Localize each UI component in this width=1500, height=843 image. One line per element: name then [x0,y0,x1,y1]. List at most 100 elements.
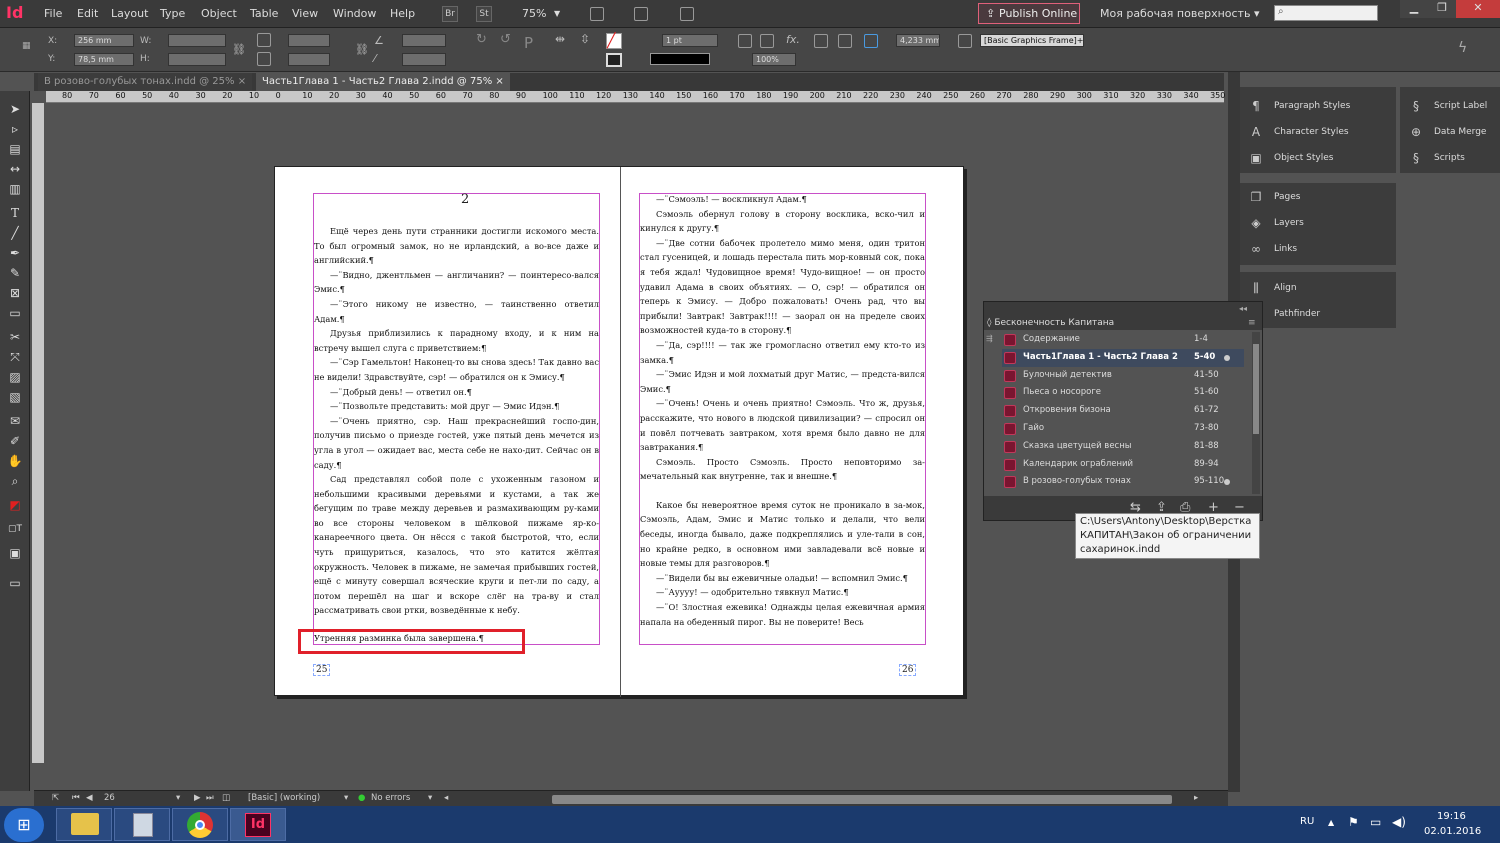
free-transform-tool-icon[interactable]: ⤧ [6,349,24,365]
paragraph-styles-tab[interactable]: ¶ Paragraph Styles [1248,96,1350,116]
page-tool-icon[interactable]: ▤ [6,141,24,157]
book-document-row[interactable]: Календарик ограблений 89-94 [1002,456,1244,474]
height-field[interactable] [168,53,226,66]
fill-swatch[interactable]: ╱ [606,33,622,49]
book-document-row[interactable]: В розово-голубых тонах 95-110 [1002,473,1244,491]
publish-online-button[interactable]: ⇪ Publish Online [978,3,1080,24]
stroke-swatch[interactable] [606,53,622,67]
rotation-field[interactable] [402,34,446,47]
calculator-taskbar-icon[interactable] [114,808,170,841]
pencil-tool-icon[interactable]: ✎ [6,265,24,281]
opacity-field[interactable]: 100% [752,53,796,66]
rotate-cw-icon[interactable]: ↻ [476,32,487,47]
scale-x-field[interactable] [288,34,330,47]
indesign-taskbar-icon[interactable]: Id [230,808,286,841]
menu-help[interactable]: Help [390,7,415,20]
links-tab[interactable]: ∞ Links [1248,239,1297,259]
formatting-affects-icon[interactable]: ▢T [6,521,24,537]
data-merge-tab[interactable]: ⊕ Data Merge [1408,122,1486,142]
lightning-icon[interactable]: ϟ [1458,40,1467,56]
tray-arrow-icon[interactable]: ▲ [1328,818,1334,827]
clock-date[interactable]: 02.01.2016 [1424,826,1481,837]
direct-selection-tool-icon[interactable]: ▹ [6,121,24,137]
pen-tool-icon[interactable]: ✒ [6,245,24,261]
preflight-profile[interactable]: [Basic] (working) [248,793,320,803]
y-position-field[interactable]: 78,5 mm [74,53,134,66]
layers-tab[interactable]: ◈ Layers [1248,213,1303,233]
language-indicator[interactable]: RU [1300,816,1314,827]
menu-table[interactable]: Table [250,7,278,20]
rectangle-tool-icon[interactable]: ▭ [6,305,24,321]
dimension-field[interactable]: 4,233 mm [896,34,940,47]
constrain-proportions-icon[interactable]: ⛓ [232,43,246,56]
chevron-down-icon[interactable]: ▾ [344,793,348,803]
content-collector-icon[interactable]: ▥ [6,181,24,197]
gap-tool-icon[interactable]: ↔ [6,161,24,177]
page-number-field[interactable]: 26 [104,793,184,803]
export-icon[interactable]: ⇱ [52,793,59,803]
fit-content-icon[interactable] [760,34,774,48]
rectangle-frame-tool-icon[interactable]: ⊠ [6,285,24,301]
close-button[interactable]: ✕ [1456,0,1500,18]
object-style-select[interactable]: [Basic Graphics Frame]+ [980,34,1084,47]
tab-rozovo-golubyh[interactable]: В розово-голубых тонах.indd @ 25% × [38,73,253,91]
object-styles-tab[interactable]: ▣ Object Styles [1248,148,1333,168]
frame-fitting-icon[interactable] [738,34,752,48]
character-styles-tab[interactable]: A Character Styles [1248,122,1349,142]
book-document-row[interactable]: Содержание 1-4 [1002,331,1244,349]
line-tool-icon[interactable]: ╱ [6,225,24,241]
stroke-type-select[interactable] [650,53,710,65]
stock-button[interactable]: St [476,6,492,22]
fill-stroke-icon[interactable]: ◩ [6,497,24,513]
book-document-row[interactable]: Гайо 73-80 [1002,420,1244,438]
book-scrollbar[interactable] [1252,332,1260,494]
volume-icon[interactable]: ◀) [1392,815,1406,829]
shear-field[interactable] [402,53,446,66]
network-icon[interactable]: ▭ [1370,815,1381,829]
fx-effects-icon[interactable]: fx. [786,33,800,46]
tab-chast1glava1[interactable]: Часть1Глава 1 - Часть2 Глава 2.indd @ 75… [256,73,510,91]
scissors-tool-icon[interactable]: ✂ [6,329,24,345]
zoom-level-select[interactable]: 75% [522,7,546,20]
chevron-down-icon[interactable]: ▾ [176,793,180,803]
explorer-taskbar-icon[interactable] [56,808,112,841]
book-document-row[interactable]: Булочный детектив 41-50 [1002,367,1244,385]
previous-page-icon[interactable]: ◀ [86,793,93,803]
book-panel-header[interactable]: ◊ Бесконечность Капитана ◂◂ ≡ [984,302,1262,330]
text-wrap-icon[interactable] [814,34,828,48]
zoom-tool-icon[interactable]: ⌕ [6,473,24,489]
rotate-ccw-icon[interactable]: ↺ [500,32,511,47]
note-tool-icon[interactable]: ✉ [6,413,24,429]
flip-vertical-icon[interactable]: ⇳ [580,32,590,46]
menu-type[interactable]: Type [160,7,185,20]
start-button[interactable]: ⊞ [4,808,44,842]
minimize-button[interactable]: ▁ [1400,0,1428,18]
align-tab[interactable]: ⫼ Align [1248,278,1296,298]
gradient-feather-tool-icon[interactable]: ▧ [6,389,24,405]
page-preview-icon[interactable]: ◫ [222,793,230,803]
scroll-left-icon[interactable]: ◂ [444,793,448,803]
link-scale-icon[interactable]: ⛓ [355,43,369,56]
flag-icon[interactable]: ⚑ [1348,815,1359,829]
eyedropper-tool-icon[interactable]: ✐ [6,433,24,449]
menu-view[interactable]: View [292,7,318,20]
scale-y-field[interactable] [288,53,330,66]
auto-fit-icon[interactable] [838,34,852,48]
screen-mode-icon[interactable] [634,7,648,21]
hand-tool-icon[interactable]: ✋ [6,453,24,469]
gradient-tool-icon[interactable]: ▨ [6,369,24,385]
search-input[interactable]: ⌕ [1274,5,1378,21]
book-document-row[interactable]: Часть1Глава 1 - Часть2 Глава 2 5-40 [1002,348,1244,367]
menu-object[interactable]: Object [201,7,237,20]
width-field[interactable] [168,34,226,47]
scroll-thumb[interactable] [1253,344,1259,434]
horizontal-scrollbar[interactable] [552,795,1172,804]
last-page-icon[interactable]: ⏭ [206,793,214,803]
close-icon[interactable]: × [238,76,246,87]
collapse-icon[interactable]: ◂◂ [1239,304,1247,313]
book-document-row[interactable]: Сказка цветущей весны 81-88 [1002,438,1244,456]
x-position-field[interactable]: 256 mm [74,34,134,47]
preflight-status[interactable]: No errors [371,793,410,803]
screen-mode-icon[interactable]: ▭ [6,575,24,591]
scripts-tab[interactable]: § Scripts [1408,148,1465,168]
